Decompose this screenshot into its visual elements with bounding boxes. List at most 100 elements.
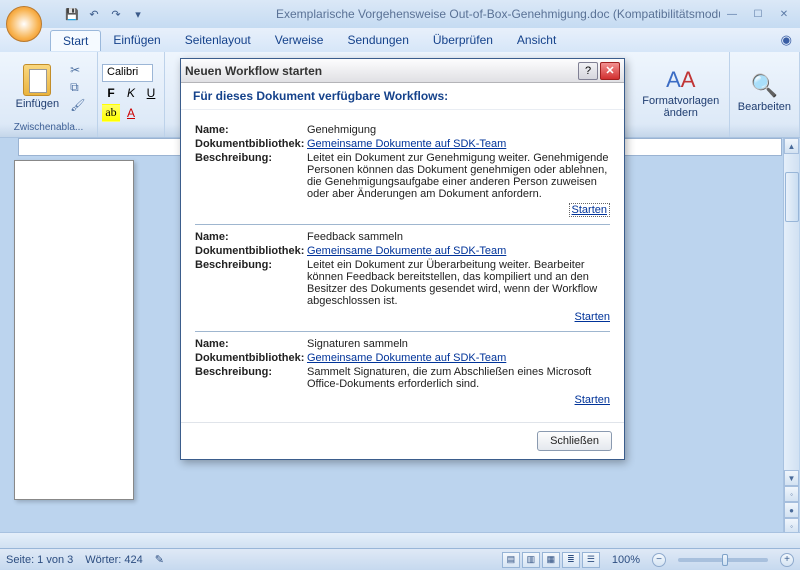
workflow-dialog: Neuen Workflow starten ? ✕ Für dieses Do… xyxy=(180,58,625,460)
workflow-name: Signaturen sammeln xyxy=(307,338,610,350)
change-styles-button[interactable]: AA Formatvorlagen ändern xyxy=(637,65,725,121)
save-icon[interactable]: 💾 xyxy=(64,6,80,22)
zoom-slider-thumb[interactable] xyxy=(722,554,728,566)
tab-mailings[interactable]: Sendungen xyxy=(335,30,420,50)
dialog-footer: Schließen xyxy=(181,422,624,459)
find-icon: 🔍 xyxy=(751,73,778,99)
font-name-select[interactable]: Calibri xyxy=(102,64,153,82)
workflow-description: Sammelt Signaturen, die zum Abschließen … xyxy=(307,366,610,390)
qat-dropdown-icon[interactable]: ▾ xyxy=(130,6,146,22)
workflow-name: Genehmigung xyxy=(307,124,610,136)
ribbon-tabs: Start Einfügen Seitenlayout Verweise Sen… xyxy=(0,28,800,52)
zoom-slider[interactable] xyxy=(678,558,768,562)
view-outline[interactable]: ≣ xyxy=(562,552,580,568)
workflow-description: Leitet ein Dokument zur Überarbeitung we… xyxy=(307,259,610,307)
tab-view[interactable]: Ansicht xyxy=(505,30,568,50)
highlight-button[interactable]: ab xyxy=(102,104,120,122)
tab-review[interactable]: Überprüfen xyxy=(421,30,505,50)
italic-button[interactable]: K xyxy=(122,84,140,102)
status-bar: Seite: 1 von 3 Wörter: 424 ✎ ▤ ▥ ▦ ≣ ☰ 1… xyxy=(0,548,800,570)
editing-label: Bearbeiten xyxy=(738,101,791,113)
dialog-header: Für dieses Dokument verfügbare Workflows… xyxy=(181,83,624,110)
label-description: Beschreibung: xyxy=(195,259,307,307)
font-color-button[interactable]: A xyxy=(122,104,140,122)
workflow-item: Name:Signaturen sammeln Dokumentbiblioth… xyxy=(195,331,610,414)
zoom-in-button[interactable]: + xyxy=(780,553,794,567)
undo-icon[interactable]: ↶ xyxy=(86,6,102,22)
start-workflow-link[interactable]: Starten xyxy=(569,203,610,217)
select-browse-button[interactable]: ● xyxy=(784,502,799,518)
close-window-button[interactable]: ✕ xyxy=(772,6,796,22)
label-library: Dokumentbibliothek: xyxy=(195,352,307,364)
view-print-layout[interactable]: ▤ xyxy=(502,552,520,568)
title-bar: 💾 ↶ ↷ ▾ Exemplarische Vorgehensweise Out… xyxy=(0,0,800,28)
paste-button[interactable]: Einfügen xyxy=(12,62,63,112)
document-page[interactable] xyxy=(14,160,134,500)
label-name: Name: xyxy=(195,338,307,350)
workflow-item: Name:Feedback sammeln Dokumentbibliothek… xyxy=(195,224,610,331)
view-buttons: ▤ ▥ ▦ ≣ ☰ xyxy=(502,552,600,568)
format-painter-icon[interactable]: 🖌 xyxy=(70,98,85,112)
scroll-down-button[interactable]: ▼ xyxy=(784,470,799,486)
close-button[interactable]: Schließen xyxy=(537,431,612,451)
prev-page-button[interactable]: ◦ xyxy=(784,486,799,502)
library-link[interactable]: Gemeinsame Dokumente auf SDK-Team xyxy=(307,352,506,364)
ribbon-group-styles: AA Formatvorlagen ändern xyxy=(633,52,730,137)
office-button[interactable] xyxy=(6,6,42,42)
tab-references[interactable]: Verweise xyxy=(263,30,336,50)
zoom-out-button[interactable]: − xyxy=(652,553,666,567)
tab-pagelayout[interactable]: Seitenlayout xyxy=(173,30,263,50)
workflow-item: Name:Genehmigung Dokumentbibliothek:Geme… xyxy=(195,118,610,224)
dialog-help-button[interactable]: ? xyxy=(578,62,598,80)
label-name: Name: xyxy=(195,124,307,136)
editing-button[interactable]: 🔍 Bearbeiten xyxy=(734,71,795,115)
workflow-description: Leitet ein Dokument zur Genehmigung weit… xyxy=(307,152,610,200)
underline-button[interactable]: U xyxy=(142,84,160,102)
ribbon-group-font: Calibri F K U ab A xyxy=(98,52,165,137)
status-page[interactable]: Seite: 1 von 3 xyxy=(6,554,73,566)
dialog-titlebar[interactable]: Neuen Workflow starten ? ✕ xyxy=(181,59,624,83)
workflow-name: Feedback sammeln xyxy=(307,231,610,243)
styles-label: Formatvorlagen ändern xyxy=(641,95,721,119)
tab-start[interactable]: Start xyxy=(50,30,101,51)
label-library: Dokumentbibliothek: xyxy=(195,245,307,257)
start-workflow-link[interactable]: Starten xyxy=(575,394,610,406)
dialog-body: Name:Genehmigung Dokumentbibliothek:Geme… xyxy=(181,110,624,422)
label-name: Name: xyxy=(195,231,307,243)
window-controls: — ☐ ✕ xyxy=(720,6,796,22)
library-link[interactable]: Gemeinsame Dokumente auf SDK-Team xyxy=(307,245,506,257)
library-link[interactable]: Gemeinsame Dokumente auf SDK-Team xyxy=(307,138,506,150)
zoom-level[interactable]: 100% xyxy=(612,554,640,566)
minimize-button[interactable]: — xyxy=(720,6,744,22)
clipboard-group-label: Zwischenabla... xyxy=(4,120,93,135)
ribbon-group-clipboard: Einfügen ✂ ⧉ 🖌 Zwischenabla... xyxy=(0,52,98,137)
label-description: Beschreibung: xyxy=(195,152,307,200)
status-words[interactable]: Wörter: 424 xyxy=(85,554,142,566)
view-draft[interactable]: ☰ xyxy=(582,552,600,568)
help-icon[interactable]: ◉ xyxy=(781,32,792,48)
bold-button[interactable]: F xyxy=(102,84,120,102)
document-title: Exemplarische Vorgehensweise Out-of-Box-… xyxy=(276,7,720,21)
view-full-screen[interactable]: ▥ xyxy=(522,552,540,568)
scroll-thumb[interactable] xyxy=(785,172,799,222)
start-workflow-link[interactable]: Starten xyxy=(575,311,610,323)
view-web-layout[interactable]: ▦ xyxy=(542,552,560,568)
maximize-button[interactable]: ☐ xyxy=(746,6,770,22)
tab-insert[interactable]: Einfügen xyxy=(101,30,172,50)
paste-label: Einfügen xyxy=(16,98,59,110)
styles-icon: AA xyxy=(666,67,695,93)
horizontal-scrollbar[interactable] xyxy=(0,532,800,548)
vertical-scrollbar[interactable]: ▲ ▼ ◦ ● ◦ xyxy=(783,138,799,534)
label-description: Beschreibung: xyxy=(195,366,307,390)
label-library: Dokumentbibliothek: xyxy=(195,138,307,150)
dialog-close-button[interactable]: ✕ xyxy=(600,62,620,80)
font-group-label xyxy=(102,131,160,135)
dialog-title: Neuen Workflow starten xyxy=(185,64,322,78)
redo-icon[interactable]: ↷ xyxy=(108,6,124,22)
proofing-icon[interactable]: ✎ xyxy=(155,553,164,566)
paste-icon xyxy=(23,64,51,96)
cut-icon[interactable]: ✂ xyxy=(70,63,85,77)
copy-icon[interactable]: ⧉ xyxy=(70,80,85,95)
scroll-up-button[interactable]: ▲ xyxy=(784,138,799,154)
ribbon-group-editing: 🔍 Bearbeiten xyxy=(730,52,800,137)
